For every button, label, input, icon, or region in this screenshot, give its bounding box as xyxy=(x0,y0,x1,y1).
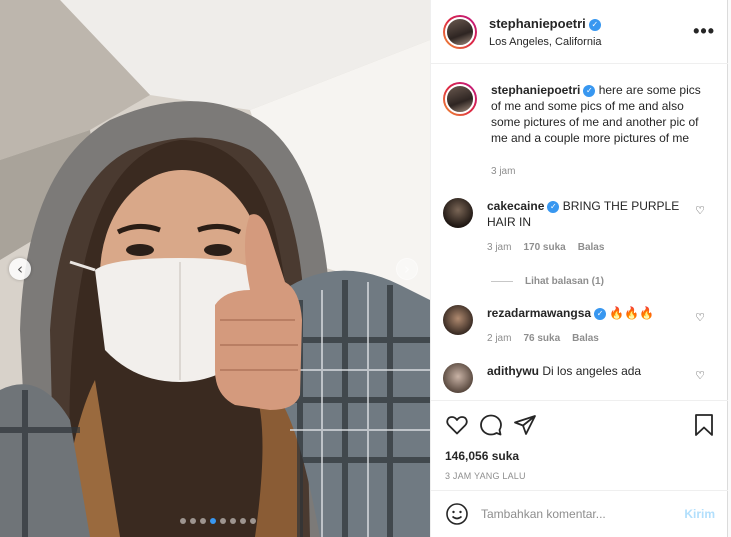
share-icon[interactable] xyxy=(513,413,537,437)
caption-avatar[interactable] xyxy=(443,82,477,116)
post-comment-button[interactable]: Kirim xyxy=(684,507,715,521)
caption-time[interactable]: 3 jam xyxy=(491,164,515,180)
carousel-dot xyxy=(210,518,216,524)
view-replies-label: Lihat balasan (1) xyxy=(525,276,604,287)
bookmark-icon[interactable] xyxy=(693,413,715,437)
comment-composer: Kirim xyxy=(431,490,729,537)
next-slide-button[interactable]: › xyxy=(396,258,418,280)
previous-slide-button[interactable]: ‹ xyxy=(9,258,31,280)
like-count[interactable]: 146,056 suka xyxy=(445,449,715,463)
reply-button[interactable]: Balas xyxy=(578,240,605,256)
author-avatar[interactable] xyxy=(443,14,477,49)
comment-like-heart-icon[interactable]: ♡ xyxy=(695,204,705,217)
comment-text: 🔥🔥🔥 xyxy=(609,306,655,320)
post-actions: 146,056 suka 3 JAM YANG LALU xyxy=(431,400,729,490)
verified-badge-icon: ✓ xyxy=(588,19,601,31)
verified-badge-icon: ✓ xyxy=(594,308,607,320)
post-sidebar: stephaniepoetri ✓ Los Angeles, California… xyxy=(430,0,729,537)
carousel-dot xyxy=(250,518,256,524)
carousel-dot xyxy=(240,518,246,524)
more-options-icon[interactable]: ••• xyxy=(693,21,715,42)
comment-input[interactable] xyxy=(481,507,685,521)
comment-username[interactable]: rezadarmawangsa xyxy=(487,306,591,320)
comment-like-heart-icon[interactable]: ♡ xyxy=(695,311,705,324)
carousel-dot xyxy=(220,518,226,524)
carousel-dot xyxy=(200,518,206,524)
comment-like-heart-icon[interactable]: ♡ xyxy=(695,369,705,382)
caption: stephaniepoetri ✓ here are some pics of m… xyxy=(443,82,717,180)
post-photo: ‹ › xyxy=(0,0,430,537)
view-replies-button[interactable]: Lihat balasan (1) xyxy=(491,276,717,287)
comment-likes[interactable]: 76 suka xyxy=(523,331,560,347)
verified-badge-icon: ✓ xyxy=(547,201,560,213)
heart-icon[interactable] xyxy=(445,413,469,437)
verified-badge-icon: ✓ xyxy=(583,85,596,97)
comments-list: stephaniepoetri ✓ here are some pics of m… xyxy=(431,64,729,400)
selfie-image xyxy=(0,0,430,537)
carousel-dot xyxy=(190,518,196,524)
carousel-indicator xyxy=(180,518,256,524)
comment-item: adithywu Di los angeles ada ♡ xyxy=(443,363,717,393)
comment-icon[interactable] xyxy=(479,413,503,437)
comment-username[interactable]: adithywu xyxy=(487,364,539,378)
caption-username[interactable]: stephaniepoetri xyxy=(491,83,580,97)
post-timestamp[interactable]: 3 JAM YANG LALU xyxy=(445,471,715,481)
post-location[interactable]: Los Angeles, California xyxy=(489,36,693,48)
comment-text: Di los angeles ada xyxy=(542,364,642,378)
emoji-icon[interactable] xyxy=(445,502,469,526)
commenter-avatar[interactable] xyxy=(443,198,473,228)
comment-username[interactable]: cakecaine xyxy=(487,199,544,213)
commenter-avatar[interactable] xyxy=(443,363,473,393)
comment-item: cakecaine ✓ BRING THE PURPLE HAIR IN 3 ja… xyxy=(443,198,717,256)
reply-button[interactable]: Balas xyxy=(572,331,599,347)
comment-likes[interactable]: 170 suka xyxy=(523,240,565,256)
carousel-dot xyxy=(230,518,236,524)
post-header: stephaniepoetri ✓ Los Angeles, California… xyxy=(431,0,729,64)
commenter-avatar[interactable] xyxy=(443,305,473,335)
carousel-dot xyxy=(180,518,186,524)
comment-item: rezadarmawangsa ✓ 🔥🔥🔥 2 jam 76 suka Balas… xyxy=(443,305,717,347)
comment-time[interactable]: 2 jam xyxy=(487,331,511,347)
comment-time[interactable]: 3 jam xyxy=(487,240,511,256)
author-username[interactable]: stephaniepoetri xyxy=(489,16,586,31)
